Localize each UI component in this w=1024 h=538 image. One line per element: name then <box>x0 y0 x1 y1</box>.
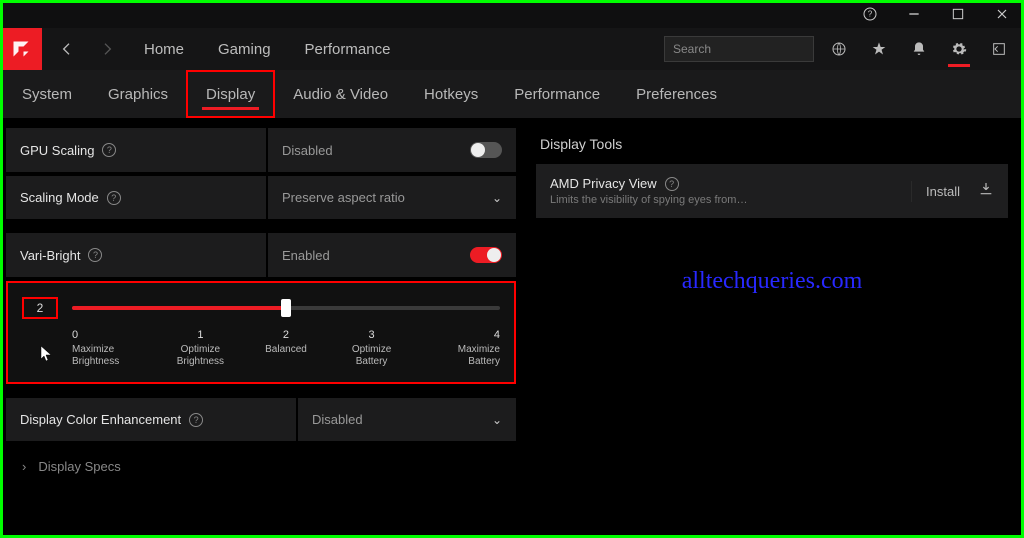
amd-logo <box>0 28 42 70</box>
help-icon[interactable]: ? <box>88 248 102 262</box>
expand-icon[interactable] <box>984 41 1014 57</box>
row-scaling-mode: Scaling Mode ? Preserve aspect ratio ⌄ <box>6 176 516 219</box>
favorite-icon[interactable] <box>864 41 894 57</box>
slider-handle[interactable] <box>281 299 291 317</box>
row-gpu-scaling: GPU Scaling ? Disabled <box>6 128 516 172</box>
mouse-cursor <box>40 345 54 366</box>
download-icon[interactable] <box>978 181 994 202</box>
display-specs-label: Display Specs <box>38 459 120 474</box>
tab-performance[interactable]: Performance <box>496 70 618 118</box>
display-specs-expander[interactable]: › Display Specs <box>6 445 516 488</box>
nav-gaming[interactable]: Gaming <box>206 41 283 58</box>
scaling-mode-value: Preserve aspect ratio <box>282 190 405 205</box>
chevron-down-icon[interactable]: ⌄ <box>492 413 502 427</box>
gpu-scaling-label: GPU Scaling <box>20 143 94 158</box>
tab-graphics[interactable]: Graphics <box>90 70 186 118</box>
tab-audio-video[interactable]: Audio & Video <box>275 70 406 118</box>
scaling-mode-label: Scaling Mode <box>20 190 99 205</box>
dce-label: Display Color Enhancement <box>20 412 181 427</box>
help-icon[interactable]: ? <box>665 177 679 191</box>
vari-bright-label: Vari-Bright <box>20 248 80 263</box>
gpu-scaling-toggle[interactable] <box>470 142 502 158</box>
gear-icon[interactable] <box>944 41 974 57</box>
forward-button[interactable] <box>92 41 122 57</box>
slider-value: 2 <box>22 297 58 319</box>
chevron-right-icon: › <box>22 459 26 474</box>
card-title: AMD Privacy View <box>550 176 657 191</box>
tab-system[interactable]: System <box>4 70 90 118</box>
watermark-text: alltechqueries.com <box>536 268 1008 295</box>
help-icon[interactable]: ? <box>189 413 203 427</box>
gpu-scaling-value: Disabled <box>282 143 333 158</box>
maximize-button[interactable] <box>944 6 972 22</box>
close-button[interactable] <box>988 6 1016 22</box>
slider-track[interactable] <box>72 306 500 310</box>
display-tools-title: Display Tools <box>536 136 1008 152</box>
top-nav: Home Gaming Performance <box>0 28 1024 70</box>
vari-bright-value: Enabled <box>282 248 330 263</box>
svg-text:?: ? <box>868 10 873 19</box>
nav-home[interactable]: Home <box>132 41 196 58</box>
bell-icon[interactable] <box>904 41 934 57</box>
slider-ticks: 0MaximizeBrightness 1OptimizeBrightness … <box>72 329 500 368</box>
help-icon[interactable]: ? <box>102 143 116 157</box>
tab-preferences[interactable]: Preferences <box>618 70 735 118</box>
search-box[interactable] <box>664 36 814 62</box>
help-icon[interactable]: ? <box>107 191 121 205</box>
chevron-down-icon[interactable]: ⌄ <box>492 191 502 205</box>
vari-bright-toggle[interactable] <box>470 247 502 263</box>
row-vari-bright: Vari-Bright ? Enabled <box>6 233 516 277</box>
install-button[interactable]: Install <box>926 184 960 199</box>
help-icon[interactable]: ? <box>856 6 884 22</box>
privacy-view-card: AMD Privacy View ? Limits the visibility… <box>536 164 1008 218</box>
search-input[interactable] <box>673 42 828 56</box>
minimize-button[interactable] <box>900 6 928 22</box>
back-button[interactable] <box>52 41 82 57</box>
nav-performance[interactable]: Performance <box>293 41 403 58</box>
tab-display[interactable]: Display <box>186 70 275 118</box>
card-subtitle: Limits the visibility of spying eyes fro… <box>550 194 750 206</box>
row-dce: Display Color Enhancement ? Disabled ⌄ <box>6 398 516 441</box>
tab-hotkeys[interactable]: Hotkeys <box>406 70 496 118</box>
settings-tabs: System Graphics Display Audio & Video Ho… <box>0 70 1024 118</box>
dce-value: Disabled <box>312 412 363 427</box>
vari-bright-slider-section: 2 0MaximizeBrightness 1OptimizeBrightnes… <box>6 281 516 384</box>
window-titlebar: ? <box>0 0 1024 28</box>
globe-icon[interactable] <box>824 41 854 57</box>
